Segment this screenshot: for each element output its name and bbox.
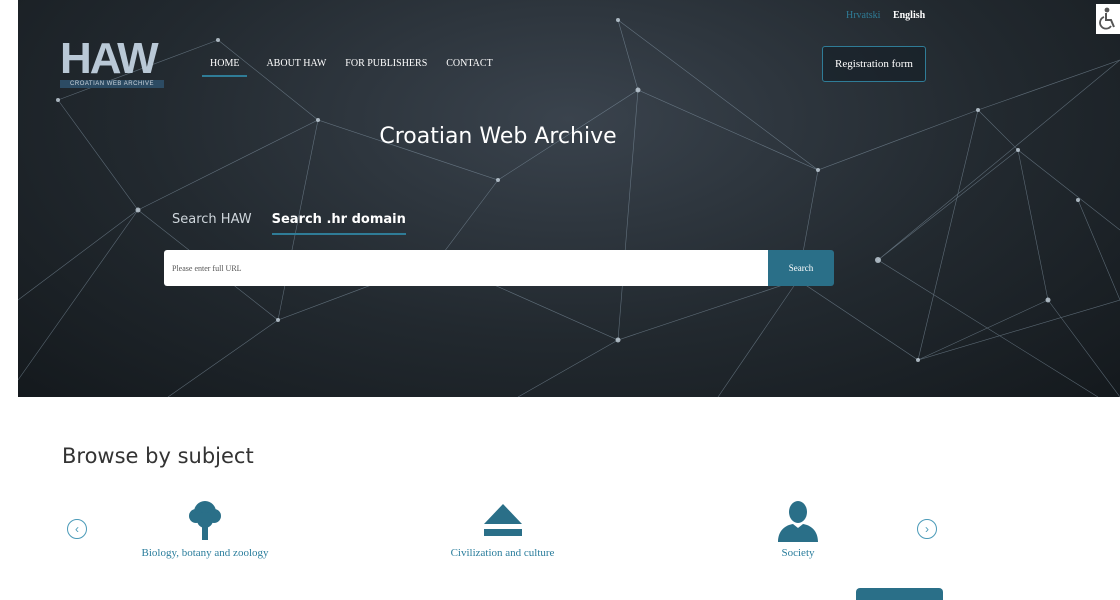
browse-title: Browse by subject bbox=[62, 444, 254, 468]
subject-label: Biology, botany and zoology bbox=[141, 547, 269, 559]
registration-form-button[interactable]: Registration form bbox=[822, 46, 926, 82]
network-background bbox=[18, 18, 1120, 397]
carousel-prev-button[interactable]: ‹ bbox=[67, 519, 87, 539]
search-bar: Search bbox=[164, 250, 834, 286]
accessibility-icon[interactable] bbox=[1096, 4, 1120, 34]
haw-logo[interactable]: HAW CROATIAN WEB ARCHIVE bbox=[60, 36, 164, 92]
subject-label: Civilization and culture bbox=[450, 547, 555, 559]
carousel-next-button[interactable]: › bbox=[917, 519, 937, 539]
logo-text: HAW bbox=[60, 34, 159, 83]
language-switcher: Hrvatski English bbox=[846, 10, 925, 21]
page-title: Croatian Web Archive bbox=[379, 124, 617, 149]
search-button[interactable]: Search bbox=[768, 250, 834, 286]
url-search-input[interactable] bbox=[164, 250, 768, 286]
eject-icon bbox=[483, 504, 522, 536]
logo-subtitle: CROATIAN WEB ARCHIVE bbox=[60, 80, 164, 88]
main-nav: HOME ABOUT HAW FOR PUBLISHERS CONTACT bbox=[202, 56, 493, 77]
subject-biology[interactable]: Biology, botany and zoology bbox=[110, 498, 300, 559]
tab-search-haw[interactable]: Search HAW bbox=[172, 212, 252, 235]
tree-icon bbox=[189, 501, 221, 540]
nav-publishers[interactable]: FOR PUBLISHERS bbox=[345, 56, 427, 77]
nav-home[interactable]: HOME bbox=[202, 56, 248, 77]
tab-search-hr-domain[interactable]: Search .hr domain bbox=[271, 212, 406, 235]
nav-about[interactable]: ABOUT HAW bbox=[266, 56, 326, 77]
search-tabs: Search HAW Search .hr domain bbox=[172, 212, 406, 235]
subject-society[interactable]: Society bbox=[758, 498, 838, 559]
subject-label: Society bbox=[781, 547, 815, 559]
lang-croatian[interactable]: Hrvatski bbox=[846, 10, 880, 21]
lang-english[interactable]: English bbox=[893, 10, 925, 21]
person-icon bbox=[778, 501, 818, 542]
hero-banner: HAW CROATIAN WEB ARCHIVE HOME ABOUT HAW … bbox=[18, 0, 1120, 397]
bottom-button[interactable] bbox=[856, 588, 943, 600]
subject-civilization[interactable]: Civilization and culture bbox=[420, 498, 585, 559]
nav-contact[interactable]: CONTACT bbox=[446, 56, 492, 77]
